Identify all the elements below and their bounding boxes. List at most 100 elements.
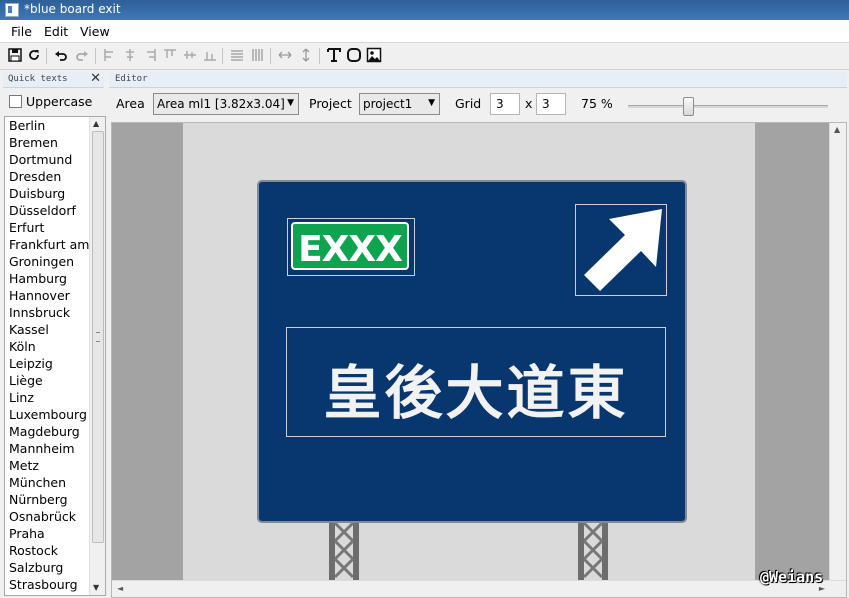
menu-file[interactable]: File [11, 24, 32, 39]
list-item[interactable]: München [9, 475, 66, 490]
sign-post-left [329, 519, 359, 581]
list-item[interactable]: Strasbourg [9, 577, 78, 592]
list-item[interactable]: Mannheim [9, 441, 75, 456]
grid-x-input[interactable]: 3 [490, 93, 520, 115]
grid-y-input[interactable]: 3 [536, 93, 566, 115]
list-item[interactable]: Kassel [9, 322, 49, 337]
list-item[interactable]: Düsseldorf [9, 203, 76, 218]
list-item[interactable]: Luxembourg [9, 407, 87, 422]
canvas-vertical-scrollbar[interactable]: ▲ [829, 123, 846, 580]
toolbar-separator [222, 48, 223, 64]
toolbar [0, 43, 849, 70]
editor-canvas[interactable]: EXXX 皇後大道東 ▲ ◄ ► [111, 122, 847, 598]
zoom-slider[interactable] [628, 105, 828, 108]
text-icon[interactable] [326, 47, 342, 63]
list-item[interactable]: Rostock [9, 543, 58, 558]
grid-label: Grid [455, 96, 482, 111]
image-icon[interactable] [366, 47, 382, 63]
area-select[interactable]: Area ml1 [3.82x3.04] ▼ [153, 93, 299, 115]
list-item[interactable]: Nürnberg [9, 492, 68, 507]
redo-icon[interactable] [74, 47, 90, 63]
list-item[interactable]: Köln [9, 339, 36, 354]
list-item[interactable]: Bremen [9, 135, 58, 150]
list-item[interactable]: Salzburg [9, 560, 63, 575]
menu-edit[interactable]: Edit [44, 24, 68, 39]
editor-title: Editor [115, 74, 148, 84]
scroll-up-icon[interactable]: ▲ [93, 119, 99, 128]
list-item[interactable]: Innsbruck [9, 305, 70, 320]
project-select[interactable]: project1 ▼ [359, 93, 440, 115]
toolbar-separator [95, 48, 96, 64]
list-item[interactable]: Dresden [9, 169, 61, 184]
list-item[interactable]: Berlin [9, 118, 45, 133]
list-item[interactable]: Osnabrück [9, 509, 76, 524]
list-item[interactable]: Metz [9, 458, 39, 473]
grip-icon [96, 332, 100, 342]
project-value: project1 [363, 97, 413, 111]
grid-y-value: 3 [542, 97, 550, 111]
window-title: *blue board exit [24, 2, 121, 16]
scroll-left-icon[interactable]: ◄ [117, 584, 123, 593]
undo-icon[interactable] [53, 47, 69, 63]
close-icon[interactable]: ✕ [90, 71, 101, 86]
shape-icon[interactable] [346, 47, 362, 63]
align-left-icon[interactable] [102, 47, 118, 63]
list-item[interactable]: Magdeburg [9, 424, 80, 439]
toolbar-separator [319, 48, 320, 64]
list-item[interactable]: Liège [9, 373, 43, 388]
scrollbar-thumb[interactable] [92, 131, 104, 543]
stretch-horizontal-icon[interactable] [277, 47, 293, 63]
align-center-icon[interactable] [122, 47, 138, 63]
sign-board[interactable]: EXXX 皇後大道東 [257, 180, 687, 523]
list-item[interactable]: Leipzig [9, 356, 53, 371]
area-label: Area [116, 96, 145, 111]
list-item[interactable]: Frankfurt am [9, 237, 89, 252]
toolbar-separator [270, 48, 271, 64]
chevron-down-icon: ▼ [428, 98, 435, 108]
list-item[interactable]: Praha [9, 526, 45, 541]
zoom-readout: 75 % [581, 96, 613, 111]
align-right-icon[interactable] [142, 47, 158, 63]
list-scrollbar[interactable]: ▲ ▼ [89, 117, 105, 595]
uppercase-checkbox[interactable] [9, 95, 22, 108]
canvas-margin-right [755, 123, 829, 580]
refresh-icon[interactable] [26, 47, 42, 63]
arrow-up-right-icon [584, 209, 662, 291]
list-item[interactable]: Linz [9, 390, 34, 405]
destination-element[interactable]: 皇後大道東 [286, 327, 666, 437]
list-item[interactable]: Groningen [9, 254, 74, 269]
distribute-vertical-icon[interactable] [249, 47, 265, 63]
quick-texts-panel: Quick texts ✕ Uppercase Berlin Bremen Dort… [0, 70, 108, 598]
list-item[interactable]: Hamburg [9, 271, 67, 286]
align-middle-icon[interactable] [182, 47, 198, 63]
sign-post-right [578, 519, 608, 581]
list-item[interactable]: Hannover [9, 288, 70, 303]
exit-element[interactable]: EXXX [287, 218, 415, 276]
canvas-horizontal-scrollbar[interactable]: ◄ ► [112, 580, 846, 597]
scroll-up-icon[interactable]: ▲ [834, 125, 840, 134]
area-value: Area ml1 [3.82x3.04] [157, 97, 285, 111]
editor-panel: Editor Area Area ml1 [3.82x3.04] ▼ Proje… [109, 70, 849, 598]
editor-header: Editor [109, 72, 847, 88]
uppercase-label: Uppercase [26, 94, 93, 109]
city-list[interactable]: Berlin Bremen Dortmund Dresden Duisburg Düsse… [4, 116, 106, 596]
list-item[interactable]: Dortmund [9, 152, 72, 167]
stretch-vertical-icon[interactable] [298, 47, 314, 63]
menu-view[interactable]: View [80, 24, 110, 39]
scroll-down-icon[interactable]: ▼ [93, 583, 99, 592]
project-label: Project [309, 96, 352, 111]
canvas-margin-left [112, 123, 183, 580]
grid-x-value: 3 [496, 97, 504, 111]
exit-text: EXXX [298, 229, 403, 270]
distribute-horizontal-icon[interactable] [229, 47, 245, 63]
list-item[interactable]: Duisburg [9, 186, 65, 201]
title-bar: *blue board exit [0, 0, 849, 20]
quick-texts-header: Quick texts ✕ [3, 71, 104, 88]
align-top-icon[interactable] [162, 47, 178, 63]
list-item[interactable]: Erfurt [9, 220, 44, 235]
align-bottom-icon[interactable] [202, 47, 218, 63]
grid-separator: x [525, 96, 533, 111]
arrow-element[interactable] [575, 204, 667, 296]
zoom-slider-thumb[interactable] [683, 97, 694, 116]
save-icon[interactable] [7, 47, 23, 63]
